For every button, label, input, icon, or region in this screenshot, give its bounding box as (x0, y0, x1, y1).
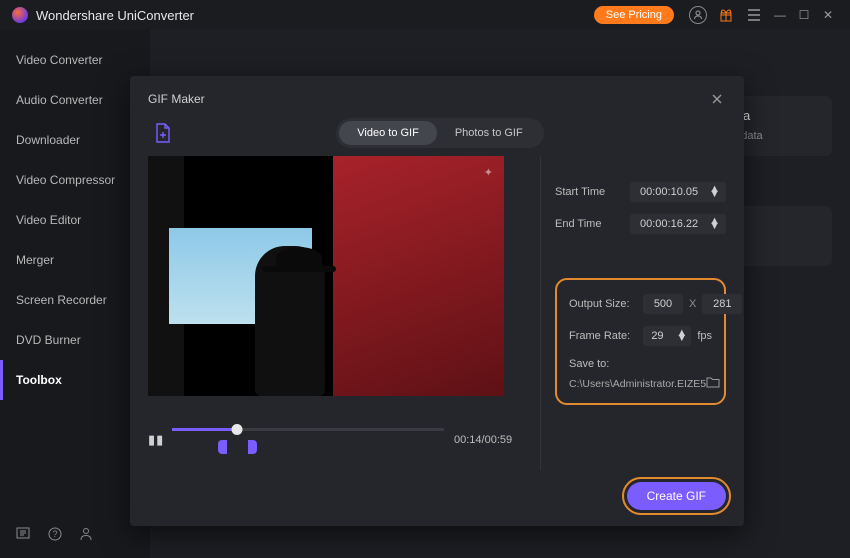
account-icon[interactable] (688, 5, 708, 25)
output-height-input[interactable] (702, 294, 742, 314)
end-time-stepper[interactable]: 00:00:16.22 ▲▼ (630, 214, 726, 234)
content-area: Metadata edit metadata r rom CD GIF Make… (150, 30, 850, 558)
sidebar-item-screen-recorder[interactable]: Screen Recorder (0, 280, 150, 320)
modal-title: GIF Maker (148, 92, 205, 106)
frame-rate-label: Frame Rate: (569, 330, 643, 342)
svg-text:?: ? (52, 529, 57, 539)
size-x-separator: X (689, 298, 696, 310)
output-settings-box: Output Size: X Frame Rate: 29 ▲▼ (555, 278, 726, 405)
create-gif-button[interactable]: Create GIF (627, 482, 726, 510)
output-size-label: Output Size: (569, 298, 643, 310)
add-file-icon[interactable] (154, 123, 174, 143)
trim-out-handle[interactable] (248, 440, 257, 454)
library-icon[interactable] (16, 527, 30, 544)
window-close-button[interactable]: ✕ (816, 8, 840, 22)
end-time-value: 00:00:16.22 (640, 218, 698, 230)
account-small-icon[interactable] (80, 527, 92, 544)
sidebar-footer: ? (0, 513, 150, 558)
end-time-label: End Time (555, 218, 601, 230)
sidebar-item-video-converter[interactable]: Video Converter (0, 40, 150, 80)
tab-video-to-gif[interactable]: Video to GIF (339, 121, 437, 145)
browse-folder-icon[interactable] (706, 376, 720, 391)
hamburger-icon[interactable] (744, 5, 764, 25)
window-maximize-button[interactable]: ☐ (792, 8, 816, 22)
save-to-label: Save to: (569, 358, 712, 370)
mode-segmented-control: Video to GIF Photos to GIF (336, 118, 543, 148)
gift-icon[interactable] (716, 5, 736, 25)
sidebar-item-merger[interactable]: Merger (0, 240, 150, 280)
frame-rate-stepper[interactable]: 29 ▲▼ (643, 326, 691, 346)
watermark-icon: ✦ (484, 166, 494, 179)
frame-rate-unit: fps (697, 330, 712, 342)
sidebar-item-downloader[interactable]: Downloader (0, 120, 150, 160)
sidebar: Video Converter Audio Converter Download… (0, 30, 150, 558)
see-pricing-button[interactable]: See Pricing (594, 6, 674, 24)
start-time-value: 00:00:10.05 (640, 186, 698, 198)
modal-close-button[interactable] (708, 90, 726, 108)
sidebar-item-video-editor[interactable]: Video Editor (0, 200, 150, 240)
save-path-value: C:\Users\Administrator.EIZE5 (569, 378, 706, 390)
frame-rate-value: 29 (651, 330, 663, 342)
sidebar-item-video-compressor[interactable]: Video Compressor (0, 160, 150, 200)
gif-maker-modal: GIF Maker Video to GIF Photos to GIF (130, 76, 744, 526)
trim-in-handle[interactable] (218, 440, 227, 454)
seek-thumb[interactable] (232, 424, 243, 435)
help-icon[interactable]: ? (48, 527, 62, 544)
seek-track[interactable] (172, 420, 444, 460)
sidebar-item-audio-converter[interactable]: Audio Converter (0, 80, 150, 120)
app-title: Wondershare UniConverter (36, 8, 194, 23)
sidebar-item-toolbox[interactable]: Toolbox (0, 360, 150, 400)
video-preview[interactable]: ✦ (148, 156, 504, 396)
timecode: 00:14/00:59 (454, 434, 526, 446)
pause-button[interactable]: ▮▮ (148, 432, 162, 448)
titlebar: Wondershare UniConverter See Pricing — ☐… (0, 0, 850, 30)
window-minimize-button[interactable]: — (768, 8, 792, 22)
start-time-stepper[interactable]: 00:00:10.05 ▲▼ (630, 182, 726, 202)
sidebar-item-dvd-burner[interactable]: DVD Burner (0, 320, 150, 360)
tab-photos-to-gif[interactable]: Photos to GIF (437, 121, 541, 145)
start-time-label: Start Time (555, 186, 605, 198)
app-logo (12, 7, 28, 23)
output-width-input[interactable] (643, 294, 683, 314)
